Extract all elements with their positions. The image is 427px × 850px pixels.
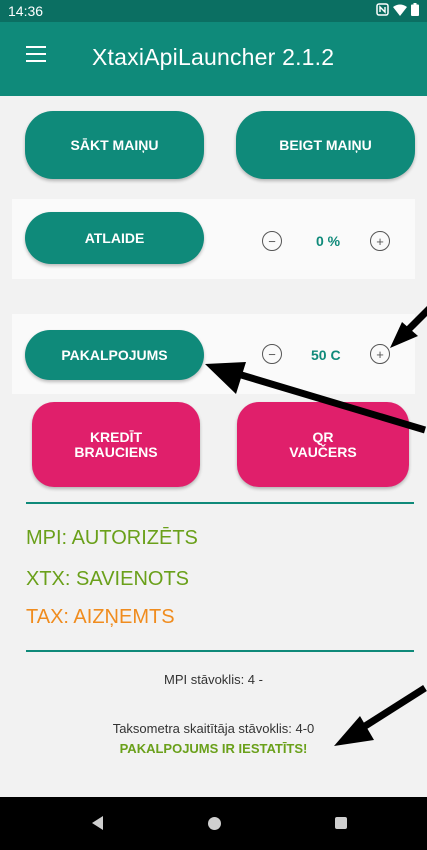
mpi-state-text: MPI stāvoklis: 4 -	[164, 672, 263, 687]
service-button[interactable]: PAKALPOJUMS	[25, 330, 204, 380]
divider-top	[26, 502, 414, 504]
end-shift-button[interactable]: BEIGT MAIŅU	[236, 111, 415, 179]
recent-apps-icon[interactable]	[335, 817, 347, 829]
qr-voucher-label-line2: VAUČERS	[289, 443, 357, 460]
credit-ride-label-line2: BRAUCIENS	[74, 443, 158, 460]
service-set-message: PAKALPOJUMS IR IESTATĪTS!	[119, 741, 308, 756]
hamburger-menu-icon[interactable]	[26, 46, 46, 62]
service-value: 50 C	[311, 347, 341, 363]
home-icon[interactable]	[208, 817, 221, 830]
qr-voucher-label-line1: QR	[312, 428, 334, 445]
mpi-status: MPI: AUTORIZĒTS	[26, 527, 198, 549]
divider-bottom	[26, 650, 414, 652]
discount-decrease-button[interactable]: −	[262, 231, 282, 251]
wifi-icon	[393, 3, 407, 19]
discount-button[interactable]: ATLAIDE	[25, 212, 204, 264]
app-bar: XtaxiApiLauncher 2.1.2	[0, 22, 427, 96]
xtx-status: XTX: SAVIENOTS	[26, 568, 189, 590]
status-time: 14:36	[8, 3, 44, 19]
start-shift-button[interactable]: SĀKT MAIŅU	[25, 111, 204, 179]
status-bar: 14:36	[0, 0, 427, 22]
navigation-bar	[0, 797, 427, 850]
discount-value: 0 %	[316, 233, 341, 249]
status-icons	[376, 3, 419, 19]
battery-icon	[411, 3, 419, 19]
meter-state-text: Taksometra skaitītāja stāvoklis: 4-0	[112, 721, 315, 736]
discount-increase-button[interactable]: +	[370, 231, 390, 251]
credit-ride-button[interactable]: KREDĪT BRAUCIENS	[32, 402, 200, 487]
app-title: XtaxiApiLauncher 2.1.2	[92, 44, 335, 70]
qr-voucher-button[interactable]: QR VAUČERS	[237, 402, 409, 487]
service-increase-button[interactable]: +	[370, 344, 390, 364]
tax-status: TAX: AIZŅEMTS	[26, 606, 175, 628]
back-icon[interactable]	[92, 816, 103, 830]
credit-ride-label-line1: KREDĪT	[89, 428, 143, 445]
nfc-icon	[376, 3, 389, 19]
service-decrease-button[interactable]: −	[262, 344, 282, 364]
arrow-to-message-icon	[334, 685, 427, 746]
